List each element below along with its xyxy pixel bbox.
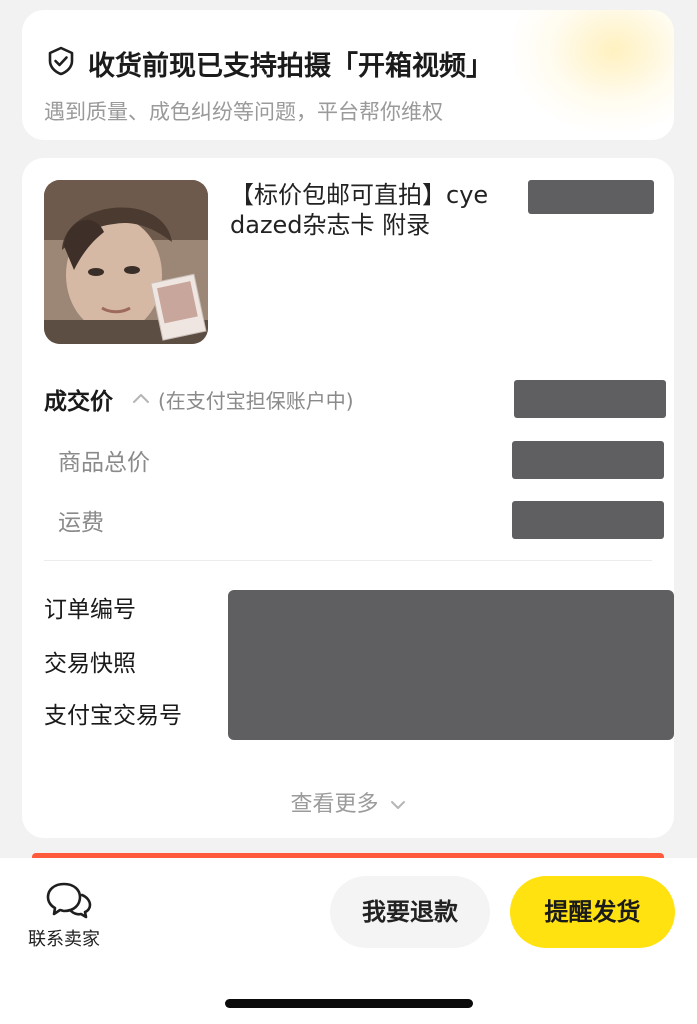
view-more-label: 查看更多 <box>290 792 379 817</box>
banner-subtitle: 遇到质量、成色纠纷等问题，平台帮你维权 <box>44 100 443 124</box>
deal-price-label: 成交价 <box>44 389 113 415</box>
alipay-trade-number-label: 支付宝交易号 <box>44 703 182 729</box>
redacted-deal-price <box>514 380 666 418</box>
redacted-shipping <box>512 501 664 539</box>
shield-check-icon <box>48 46 74 76</box>
view-more-link[interactable]: 查看更多 <box>22 786 674 818</box>
chevron-down-icon <box>390 801 405 809</box>
order-card: 【标价包邮可直拍】cye dazed杂志卡 附录 成交价 (在支付宝担保账户中)… <box>22 158 674 838</box>
refund-button[interactable]: 我要退款 <box>330 876 490 948</box>
home-indicator <box>225 999 473 1008</box>
redacted-title-part <box>528 180 654 214</box>
redacted-order-details <box>228 590 674 740</box>
chevron-up-icon[interactable] <box>132 392 150 404</box>
goods-total-label: 商品总价 <box>58 450 150 476</box>
contact-seller-label[interactable]: 联系卖家 <box>28 925 100 951</box>
chat-bubble-icon[interactable] <box>46 880 92 920</box>
order-number-label: 订单编号 <box>44 597 136 623</box>
remind-ship-button[interactable]: 提醒发货 <box>510 876 675 948</box>
trade-snapshot-label[interactable]: 交易快照 <box>44 644 136 678</box>
redacted-goods-total <box>512 441 664 479</box>
shipping-label: 运费 <box>58 510 104 536</box>
product-thumbnail[interactable] <box>44 180 208 344</box>
product-photo <box>44 180 208 344</box>
banner-title: 收货前现已支持拍摄「开箱视频」 <box>88 51 493 82</box>
item-title[interactable]: 【标价包邮可直拍】cye dazed杂志卡 附录 <box>230 180 530 240</box>
deal-price-note: (在支付宝担保账户中) <box>158 389 354 413</box>
section-divider <box>44 560 652 561</box>
unboxing-video-banner[interactable]: 收货前现已支持拍摄「开箱视频」 遇到质量、成色纠纷等问题，平台帮你维权 <box>22 10 674 140</box>
banner-glow <box>514 10 674 130</box>
